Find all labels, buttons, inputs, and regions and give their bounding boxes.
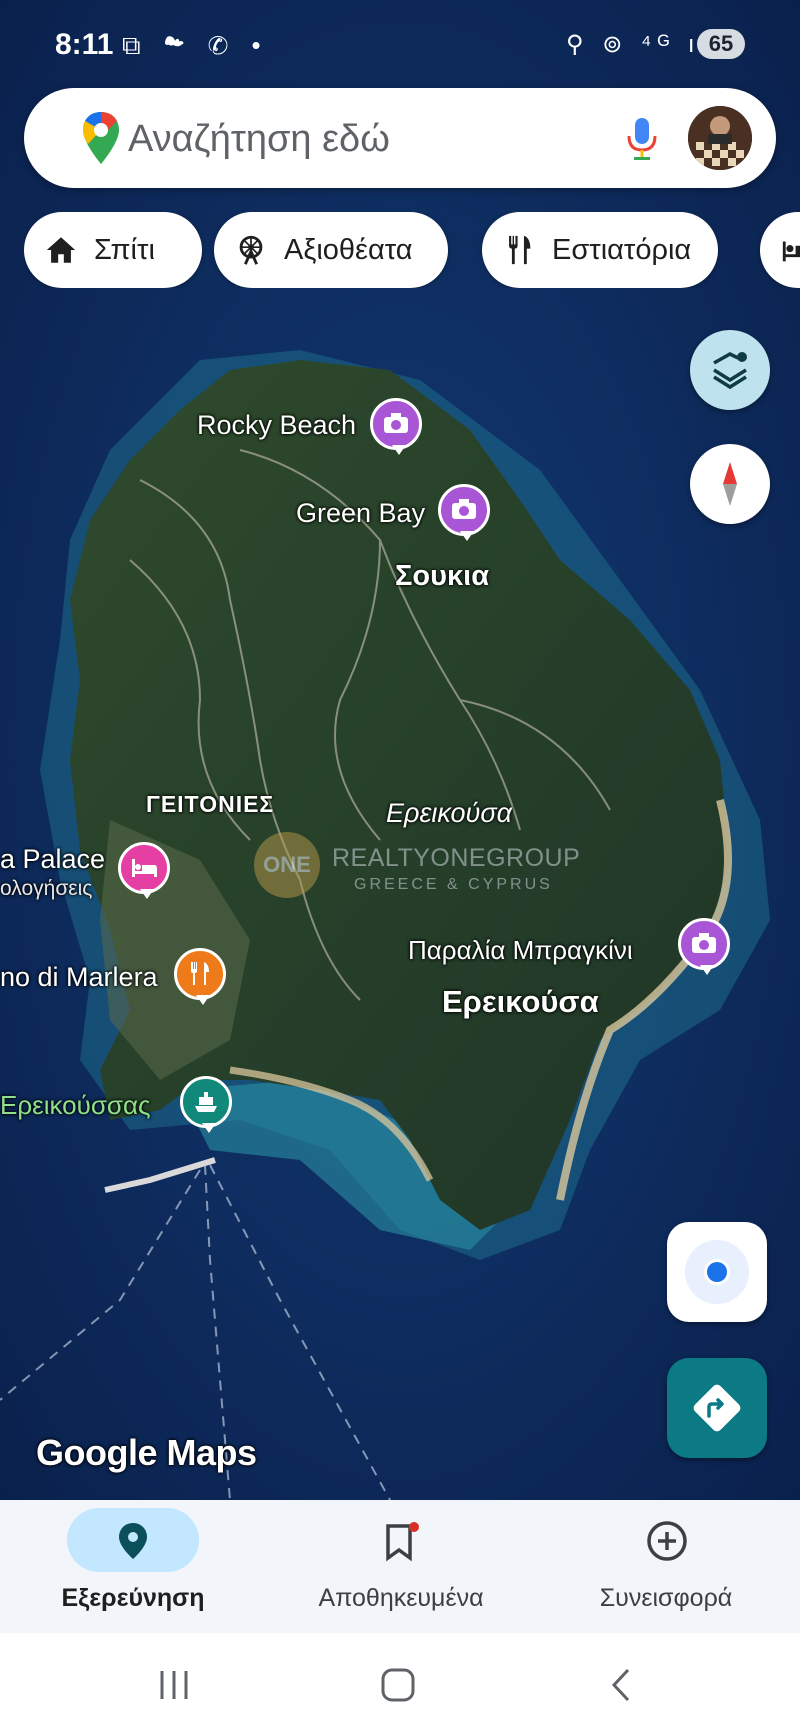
place-label-hotel-sub: ολογήσεις [0, 877, 93, 900]
category-chips: Σπίτι Αξιοθέατα Εστιατόρια [24, 212, 800, 288]
nav-saved[interactable]: Αποθηκευμένα [296, 1500, 506, 1633]
home-icon [46, 237, 76, 263]
my-location-icon [685, 1240, 749, 1304]
place-label-port[interactable]: Ερεικούσσας [0, 1090, 151, 1121]
search-input[interactable]: Αναζήτηση εδώ [128, 118, 390, 161]
chip-label: Σπίτι [94, 233, 155, 266]
nav-explore[interactable]: Εξερεύνηση [40, 1500, 226, 1633]
chip-home[interactable]: Σπίτι [24, 212, 202, 288]
watermark-text: REALTYONEGROUP [332, 844, 581, 872]
battery-indicator: 65 [697, 29, 745, 59]
place-label-geitonies[interactable]: ΓΕΙΤΟΝΙΕΣ [146, 791, 274, 818]
chip-attractions[interactable]: Αξιοθέατα [214, 212, 448, 288]
restaurant-pin[interactable] [174, 948, 226, 1005]
add-circle-icon [647, 1521, 687, 1561]
ferry-icon [195, 1092, 217, 1112]
watermark: ONE REALTYONEGROUP GREECE & CYPRUS [254, 832, 580, 902]
ferry-pin[interactable] [180, 1076, 232, 1133]
hotel-pin[interactable] [118, 842, 170, 899]
attraction-pin[interactable] [370, 398, 422, 455]
nav-label: Συνεισφορά [599, 1584, 733, 1612]
system-navigation-bar [0, 1633, 800, 1733]
camera-icon [384, 413, 408, 433]
place-label-ereikousa-beach[interactable]: Παραλία Μπραγκίνι [408, 935, 633, 966]
map-layers-button[interactable] [690, 330, 770, 410]
attraction-pin[interactable] [438, 484, 490, 541]
bed-icon [132, 859, 157, 877]
place-label-ereikousa-area[interactable]: Ερεικούσα [386, 798, 512, 829]
place-label-rocky-beach[interactable]: Rocky Beach [197, 410, 356, 441]
place-label-restaurant[interactable]: no di Marlera [0, 962, 158, 993]
nav-label: Εξερεύνηση [61, 1584, 205, 1612]
restaurant-icon [191, 962, 209, 985]
attraction-pin[interactable] [678, 918, 730, 975]
compass-icon [723, 462, 737, 506]
watermark-logo: ONE [254, 832, 320, 898]
restaurant-icon [509, 235, 531, 265]
status-time: 8:11 [55, 28, 114, 61]
chip-hotels[interactable] [760, 212, 800, 288]
chip-label: Εστιατόρια [552, 233, 692, 266]
directions-icon [693, 1384, 741, 1432]
place-label-hotel[interactable]: a Palace [0, 844, 105, 875]
avatar[interactable] [688, 106, 752, 170]
bed-icon [782, 241, 800, 262]
home-nav-icon[interactable] [380, 1667, 416, 1703]
ferris-wheel-icon [239, 235, 263, 265]
recent-apps-icon[interactable] [156, 1669, 192, 1701]
camera-icon [452, 499, 476, 519]
status-bar: 8:11 ⧉ ☁ ✆ • ⚲ ⊚ ⁴ᴳ ıll 65 [0, 0, 800, 90]
camera-icon [692, 933, 716, 953]
explore-pin-icon [119, 1523, 147, 1559]
nav-contribute[interactable]: Συνεισφορά [566, 1500, 766, 1633]
chip-label: Αξιοθέατα [284, 233, 413, 266]
directions-button[interactable] [667, 1358, 767, 1458]
search-bar[interactable]: Αναζήτηση εδώ [24, 88, 776, 188]
status-notification-icons: ⧉ ☁ ✆ • [122, 30, 269, 60]
microphone-icon[interactable] [622, 114, 662, 164]
my-location-button[interactable] [667, 1222, 767, 1322]
nav-label: Αποθηκευμένα [318, 1584, 484, 1612]
google-maps-logo-icon [83, 112, 119, 164]
chip-restaurants[interactable]: Εστιατόρια [482, 212, 718, 288]
compass-button[interactable] [690, 444, 770, 524]
place-label-green-bay[interactable]: Green Bay [296, 498, 425, 529]
layers-icon [713, 352, 747, 390]
back-icon[interactable] [606, 1667, 636, 1703]
bottom-navigation: Εξερεύνηση Αποθηκευμένα Συνεισφορά [0, 1500, 800, 1633]
bookmark-icon [386, 1522, 419, 1562]
watermark-subtext: GREECE & CYPRUS [354, 876, 553, 893]
google-maps-attribution: Google Maps [36, 1432, 257, 1473]
place-label-soukia[interactable]: Σουκια [395, 560, 489, 593]
place-label-ereikousa-town[interactable]: Ερεικούσα [442, 984, 599, 1020]
